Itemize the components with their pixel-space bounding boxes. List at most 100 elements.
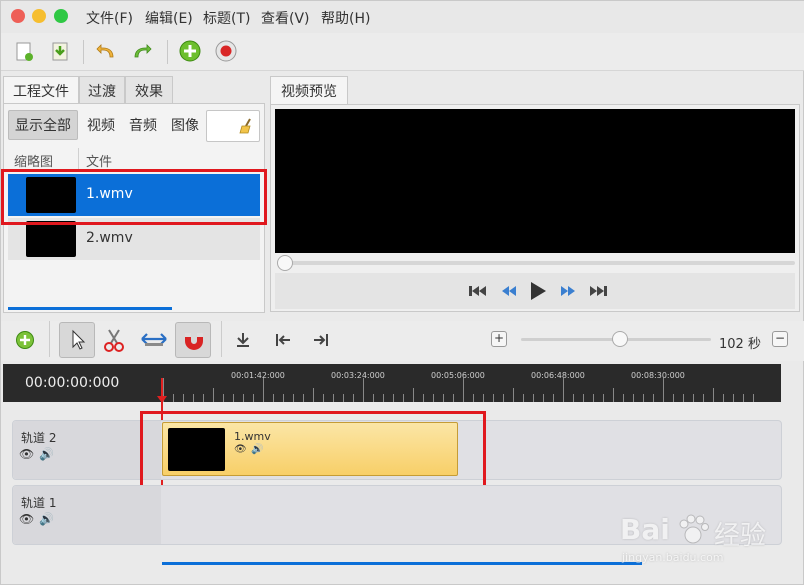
ruler-tick bbox=[333, 394, 334, 402]
ruler-tick bbox=[633, 394, 634, 402]
ruler-tick bbox=[573, 394, 574, 402]
tab-video-preview[interactable]: 视频预览 bbox=[270, 76, 348, 105]
filter-show-all[interactable]: 显示全部 bbox=[8, 110, 78, 140]
snapping-toggle[interactable] bbox=[175, 322, 211, 358]
menu-edit[interactable]: 编辑(E) bbox=[145, 8, 193, 28]
maximize-window-button[interactable] bbox=[54, 9, 68, 23]
add-track-button[interactable] bbox=[15, 330, 35, 350]
add-circle-icon bbox=[179, 40, 201, 62]
track-header: 轨道 1 👁 🔊 bbox=[13, 486, 161, 544]
ruler-tick bbox=[723, 394, 724, 402]
select-tool-button[interactable] bbox=[59, 322, 95, 358]
ruler-tick bbox=[703, 394, 704, 402]
seek-bar[interactable] bbox=[279, 261, 795, 265]
file-name: 2.wmv bbox=[86, 230, 133, 246]
jump-start-icon[interactable] bbox=[468, 283, 488, 299]
ruler-tick bbox=[653, 394, 654, 402]
column-divider bbox=[78, 148, 79, 170]
ruler-tick bbox=[553, 394, 554, 402]
previous-marker-icon[interactable] bbox=[273, 330, 293, 350]
tab-effects[interactable]: 效果 bbox=[125, 76, 173, 104]
ruler-tick bbox=[483, 394, 484, 402]
menu-file[interactable]: 文件(F) bbox=[86, 8, 133, 28]
ruler-tick bbox=[193, 394, 194, 402]
toolbar-divider bbox=[167, 40, 168, 64]
tab-transitions[interactable]: 过渡 bbox=[79, 76, 125, 104]
track-name: 轨道 2 bbox=[21, 431, 57, 445]
open-file-icon bbox=[52, 42, 68, 61]
rewind-icon[interactable] bbox=[499, 283, 519, 299]
ruler-tick bbox=[413, 388, 414, 402]
ruler-tick bbox=[663, 378, 664, 402]
watermark-url: jingyan.baidu.com bbox=[622, 551, 724, 564]
ruler-tick bbox=[373, 394, 374, 402]
next-marker-icon[interactable] bbox=[311, 330, 331, 350]
undo-button[interactable] bbox=[93, 38, 119, 64]
app-window: 文件(F) 编辑(E) 标题(T) 查看(V) 帮助(H) 工程文件 过渡 效果… bbox=[0, 0, 804, 585]
panel-scrollbar[interactable] bbox=[8, 307, 172, 310]
playback-controls bbox=[275, 273, 795, 309]
export-video-button[interactable] bbox=[213, 38, 239, 64]
toolbar-divider bbox=[83, 40, 84, 64]
ruler-tick bbox=[303, 394, 304, 402]
video-thumbnail bbox=[26, 221, 76, 257]
fast-forward-icon[interactable] bbox=[558, 283, 578, 299]
speaker-icon[interactable]: 🔊 bbox=[39, 512, 54, 526]
seek-handle[interactable] bbox=[277, 255, 293, 271]
ruler-tick bbox=[203, 394, 204, 402]
eye-icon[interactable]: 👁 bbox=[19, 447, 34, 461]
ruler-tick bbox=[363, 378, 364, 402]
ruler-tick bbox=[293, 394, 294, 402]
open-project-button[interactable] bbox=[47, 38, 73, 64]
import-files-button[interactable] bbox=[177, 38, 203, 64]
ruler-tick bbox=[713, 388, 714, 402]
horizontal-arrows-icon bbox=[141, 333, 167, 346]
jump-end-icon[interactable] bbox=[588, 283, 608, 299]
zoom-out-button[interactable]: − bbox=[772, 331, 788, 347]
ruler-tick bbox=[343, 394, 344, 402]
filter-audio[interactable]: 音频 bbox=[124, 110, 162, 140]
tab-project-files[interactable]: 工程文件 bbox=[3, 76, 79, 105]
filter-video[interactable]: 视频 bbox=[82, 110, 120, 140]
baidu-watermark: Bai 经验 jingyan.baidu.com bbox=[618, 513, 798, 573]
scissors-icon bbox=[104, 329, 124, 352]
ruler-tick-label: 00:08:30:000 bbox=[631, 371, 685, 380]
zoom-in-button[interactable]: + bbox=[491, 331, 507, 347]
ruler-tick bbox=[353, 394, 354, 402]
playhead-marker-icon[interactable] bbox=[157, 396, 167, 404]
menu-view[interactable]: 查看(V) bbox=[261, 8, 310, 28]
timeline-ruler: 00:00:00:000 00:01:42:000 00:03:24:000 0… bbox=[3, 364, 781, 402]
ruler-tick bbox=[613, 388, 614, 402]
ruler-tick bbox=[283, 394, 284, 402]
menu-help[interactable]: 帮助(H) bbox=[321, 8, 370, 28]
ruler-tick bbox=[533, 394, 534, 402]
filter-search-input[interactable] bbox=[206, 110, 260, 142]
resize-tool-button[interactable] bbox=[139, 327, 169, 353]
close-window-button[interactable] bbox=[11, 9, 25, 23]
redo-icon bbox=[134, 44, 152, 58]
track-name: 轨道 1 bbox=[21, 496, 57, 510]
razor-tool-button[interactable] bbox=[101, 327, 127, 353]
minimize-window-button[interactable] bbox=[32, 9, 46, 23]
ruler-tick bbox=[183, 394, 184, 402]
magnet-icon bbox=[185, 333, 203, 350]
ruler-tick bbox=[643, 394, 644, 402]
play-icon[interactable] bbox=[528, 280, 548, 302]
ruler-tick bbox=[493, 394, 494, 402]
menu-title[interactable]: 标题(T) bbox=[203, 8, 250, 28]
ruler-tick-label: 00:03:24:000 bbox=[331, 371, 385, 380]
new-project-button[interactable] bbox=[11, 38, 37, 64]
speaker-icon[interactable]: 🔊 bbox=[39, 447, 54, 461]
broom-clear-icon bbox=[239, 118, 251, 134]
add-marker-icon[interactable] bbox=[233, 330, 253, 350]
new-file-icon bbox=[16, 42, 33, 61]
ruler-tick bbox=[743, 394, 744, 402]
ruler-tick bbox=[243, 394, 244, 402]
redo-button[interactable] bbox=[129, 38, 155, 64]
eye-icon[interactable]: 👁 bbox=[19, 512, 34, 526]
filter-image[interactable]: 图像 bbox=[166, 110, 204, 140]
zoom-slider-handle[interactable] bbox=[612, 331, 628, 347]
timeline-toolbar: + 102 秒 − bbox=[1, 321, 804, 361]
ruler-tick bbox=[753, 394, 754, 402]
timeline-scrollbar[interactable] bbox=[162, 562, 642, 565]
